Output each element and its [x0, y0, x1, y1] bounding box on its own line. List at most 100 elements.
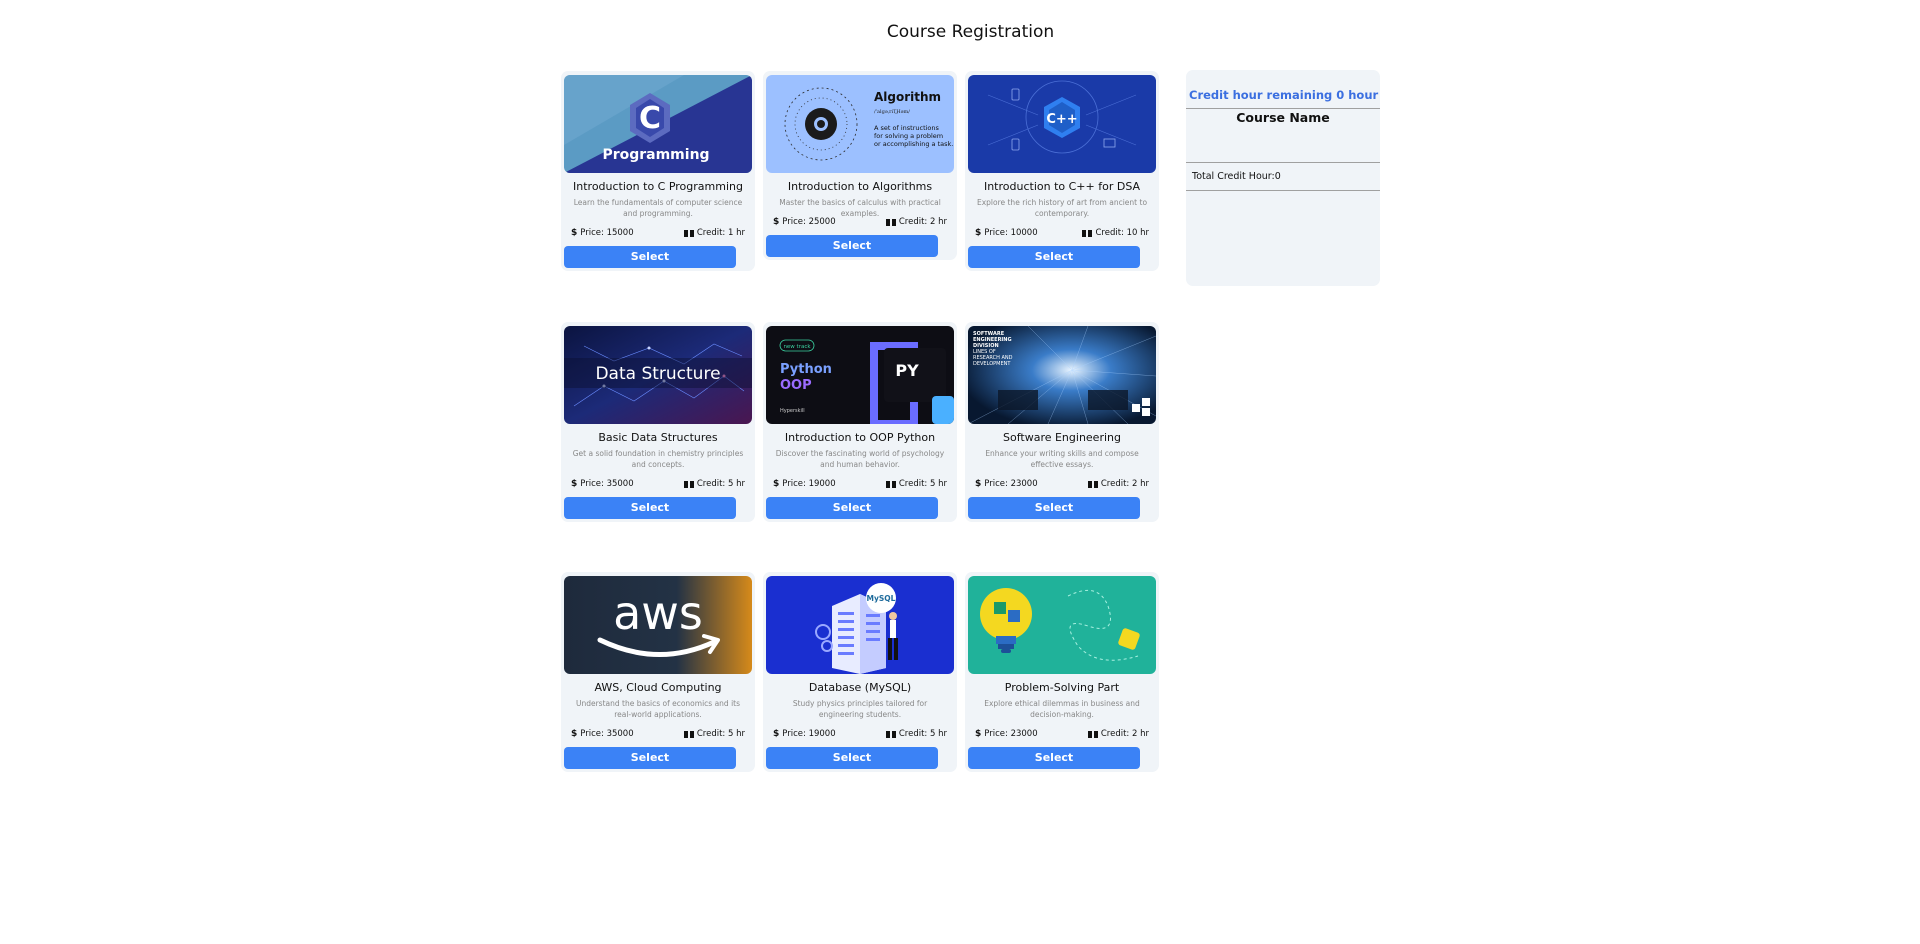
course-card: MySQL Database (MySQL) Study physics pri…: [763, 572, 957, 772]
course-image-algorithm: Algorithm /ˈalɡəˌriT͟Həm/ A set of instr…: [766, 75, 954, 173]
price-text: Price: 19000: [782, 729, 836, 739]
price-text: Price: 25000: [782, 217, 836, 227]
credit-info: Credit: 5 hr: [683, 729, 745, 739]
dollar-icon: $: [975, 729, 982, 739]
select-button[interactable]: Select: [968, 747, 1140, 769]
course-image-aws: aws: [564, 576, 752, 674]
credit-info: Credit: 5 hr: [683, 479, 745, 489]
dollar-icon: $: [571, 479, 578, 489]
course-image-cpp: C++: [968, 75, 1156, 173]
book-icon: [1087, 480, 1098, 488]
course-card: new track Python OOP Hyperskill PY Intro…: [763, 322, 957, 522]
mysql-logo-text: MySQL: [867, 594, 896, 603]
price-info: $ Price: 19000: [773, 729, 836, 739]
cart-divider: [1186, 190, 1380, 191]
course-description: Explore ethical dilemmas in business and…: [984, 699, 1140, 719]
book-icon: [683, 730, 694, 738]
course-title: Database (MySQL): [808, 681, 912, 694]
algo-line2: for solving a problem: [874, 132, 943, 140]
course-card: Problem-Solving Part Explore ethical dil…: [965, 572, 1159, 772]
dollar-icon: $: [773, 479, 780, 489]
course-description: Study physics principles tailored for en…: [792, 699, 928, 719]
credit-text: Credit: 5 hr: [696, 479, 745, 489]
c-logo-text: C: [639, 101, 661, 136]
course-card: aws AWS, Cloud Computing Understand the …: [561, 572, 755, 772]
price-text: Price: 19000: [782, 479, 836, 489]
course-image-python-oop: new track Python OOP Hyperskill PY: [766, 326, 954, 424]
select-button[interactable]: Select: [766, 747, 938, 769]
price-text: Price: 35000: [580, 479, 634, 489]
price-info: $ Price: 23000: [975, 479, 1038, 489]
price-text: Price: 35000: [580, 729, 634, 739]
course-meta: $ Price: 23000 Credit: 2 hr: [968, 729, 1156, 739]
course-description: Discover the fascinating world of psycho…: [775, 449, 945, 469]
dollar-icon: $: [773, 217, 780, 227]
c-caption-text: Programming: [602, 147, 709, 163]
course-meta: $ Price: 19000 Credit: 5 hr: [766, 729, 954, 739]
credit-text: Credit: 2 hr: [898, 217, 947, 227]
select-button[interactable]: Select: [564, 747, 736, 769]
select-button[interactable]: Select: [564, 497, 736, 519]
select-button[interactable]: Select: [968, 246, 1140, 268]
credit-info: Credit: 2 hr: [1087, 729, 1149, 739]
dollar-icon: $: [975, 479, 982, 489]
price-text: Price: 10000: [984, 228, 1038, 238]
course-description: Explore the rich history of art from anc…: [976, 198, 1148, 218]
course-title: Problem-Solving Part: [1004, 681, 1120, 694]
course-description: Understand the basics of economics and i…: [575, 699, 740, 719]
course-description: Learn the fundamentals of computer scien…: [573, 198, 743, 218]
credit-text: Credit: 5 hr: [898, 479, 947, 489]
price-info: $ Price: 25000: [773, 217, 836, 227]
py-logo-text: PY: [895, 361, 919, 380]
course-card: Algorithm /ˈalɡəˌriT͟Həm/ A set of instr…: [763, 71, 957, 260]
course-title: Introduction to OOP Python: [784, 431, 936, 444]
course-meta: $ Price: 19000 Credit: 5 hr: [766, 479, 954, 489]
dollar-icon: $: [571, 729, 578, 739]
select-button[interactable]: Select: [766, 235, 938, 257]
course-title: Software Engineering: [1003, 431, 1121, 444]
course-title: Introduction to Algorithms: [787, 180, 933, 193]
course-image-mysql: MySQL: [766, 576, 954, 674]
price-info: $ Price: 10000: [975, 228, 1038, 238]
course-card: SOFTWARE ENGINEERING DIVISION LINES OF R…: [965, 322, 1159, 522]
total-credit-text: Total Credit Hour:0: [1192, 171, 1281, 182]
price-info: $ Price: 19000: [773, 479, 836, 489]
dollar-icon: $: [571, 228, 578, 238]
price-text: Price: 23000: [984, 729, 1038, 739]
select-button[interactable]: Select: [968, 497, 1140, 519]
course-card: Data Structure Basic Data Structures Get…: [561, 322, 755, 522]
course-meta: $ Price: 15000 Credit: 1 hr: [564, 228, 752, 238]
course-image-c-programming: C Programming: [564, 75, 752, 173]
aws-logo-text: aws: [613, 586, 703, 640]
course-description: Get a solid foundation in chemistry prin…: [572, 449, 744, 469]
price-text: Price: 15000: [580, 228, 634, 238]
course-meta: $ Price: 35000 Credit: 5 hr: [564, 479, 752, 489]
credit-text: Credit: 2 hr: [1100, 729, 1149, 739]
ds-caption-text: Data Structure: [595, 364, 720, 384]
price-info: $ Price: 23000: [975, 729, 1038, 739]
book-icon: [885, 480, 896, 488]
py-line2-text: OOP: [780, 378, 812, 393]
credit-text: Credit: 10 hr: [1095, 228, 1149, 238]
credit-info: Credit: 5 hr: [885, 479, 947, 489]
book-icon: [885, 218, 896, 226]
credit-info: Credit: 2 hr: [885, 217, 947, 227]
credit-text: Credit: 5 hr: [898, 729, 947, 739]
credit-text: Credit: 5 hr: [696, 729, 745, 739]
course-title: AWS, Cloud Computing: [594, 681, 722, 694]
credit-info: Credit: 2 hr: [1087, 479, 1149, 489]
course-title: Basic Data Structures: [598, 431, 718, 444]
select-button[interactable]: Select: [766, 497, 938, 519]
py-brand-text: Hyperskill: [780, 408, 805, 414]
book-icon: [683, 229, 694, 237]
course-image-data-structure: Data Structure: [564, 326, 752, 424]
course-title: Introduction to C++ for DSA: [983, 180, 1141, 193]
course-meta: $ Price: 35000 Credit: 5 hr: [564, 729, 752, 739]
course-meta: $ Price: 23000 Credit: 2 hr: [968, 479, 1156, 489]
book-icon: [1082, 229, 1093, 237]
credit-info: Credit: 1 hr: [683, 228, 745, 238]
dollar-icon: $: [975, 228, 982, 238]
se-line6: DEVELOPMENT: [973, 361, 1011, 367]
registration-cart: Credit hour remaining 0 hour Course Name…: [1186, 70, 1380, 286]
select-button[interactable]: Select: [564, 246, 736, 268]
